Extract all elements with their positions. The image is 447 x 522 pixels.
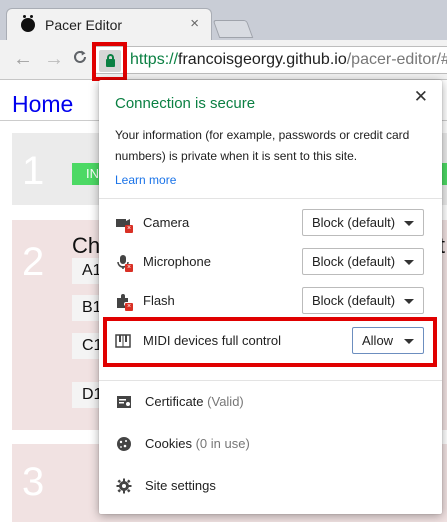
permission-label: Microphone [143, 254, 211, 269]
tab-title: Pacer Editor [45, 17, 123, 33]
popup-title: Connection is secure [115, 95, 256, 112]
camera-permission-select[interactable]: Block (default) [302, 209, 424, 236]
midi-highlight-box [103, 317, 437, 367]
cookies-status: (0 in use) [195, 436, 250, 451]
card-number: 1 [22, 149, 45, 193]
learn-more-link[interactable]: Learn more [115, 173, 176, 187]
cookies-row[interactable]: Cookies (0 in use) [99, 433, 442, 455]
forward-button[interactable]: → [44, 49, 64, 69]
lock-highlight-box [92, 42, 127, 81]
popup-description: Your information (for example, passwords… [115, 128, 410, 163]
cookies-label: Cookies (0 in use) [145, 436, 250, 451]
permission-row-camera: × Camera Block (default) [99, 209, 442, 237]
site-info-popup: ✕ Connection is secure Your information … [99, 80, 442, 514]
permission-label: Camera [143, 215, 190, 230]
home-link[interactable]: Home [12, 91, 73, 118]
plugin-icon: × [115, 293, 133, 311]
permission-row-flash: × Flash Block (default) [99, 287, 442, 315]
url-text[interactable]: https://francoisgeorgy.github.io/pacer-e… [130, 51, 447, 69]
close-icon[interactable]: ✕ [414, 87, 428, 107]
gear-icon [116, 478, 132, 494]
tab-close-icon[interactable]: × [190, 15, 199, 32]
card-number: 2 [22, 240, 45, 284]
divider [99, 380, 442, 381]
microphone-permission-select[interactable]: Block (default) [302, 248, 424, 275]
permission-row-microphone: × Microphone Block (default) [99, 248, 442, 276]
divider [99, 198, 442, 199]
site-settings-row[interactable]: Site settings [99, 475, 442, 497]
url-path: /pacer-editor/#/ [346, 51, 447, 68]
cookie-icon [116, 436, 132, 452]
browser-tab[interactable]: Pacer Editor × [6, 8, 212, 40]
new-tab-button[interactable] [212, 20, 254, 38]
certificate-row[interactable]: Certificate (Valid) [99, 391, 442, 413]
permission-label: Flash [143, 293, 175, 308]
dropdown-caret-icon [404, 260, 414, 265]
url-scheme: https:// [130, 51, 179, 68]
back-button[interactable]: ← [13, 49, 33, 69]
flash-permission-select[interactable]: Block (default) [302, 287, 424, 314]
reload-button[interactable] [72, 49, 88, 70]
dropdown-caret-icon [404, 299, 414, 304]
certificate-status: (Valid) [207, 394, 244, 409]
reload-icon [74, 50, 86, 63]
site-settings-label: Site settings [145, 478, 216, 493]
certificate-label: Certificate (Valid) [145, 394, 244, 409]
tab-strip: Pacer Editor × [0, 0, 447, 40]
microphone-icon: × [115, 254, 133, 272]
certificate-icon [116, 394, 132, 410]
card-number: 3 [22, 460, 45, 504]
dropdown-caret-icon [404, 221, 414, 226]
camera-icon: × [115, 215, 133, 233]
card-title: Ch [72, 233, 101, 258]
url-host: francoisgeorgy.github.io [178, 51, 347, 68]
favicon-icon [21, 15, 35, 32]
